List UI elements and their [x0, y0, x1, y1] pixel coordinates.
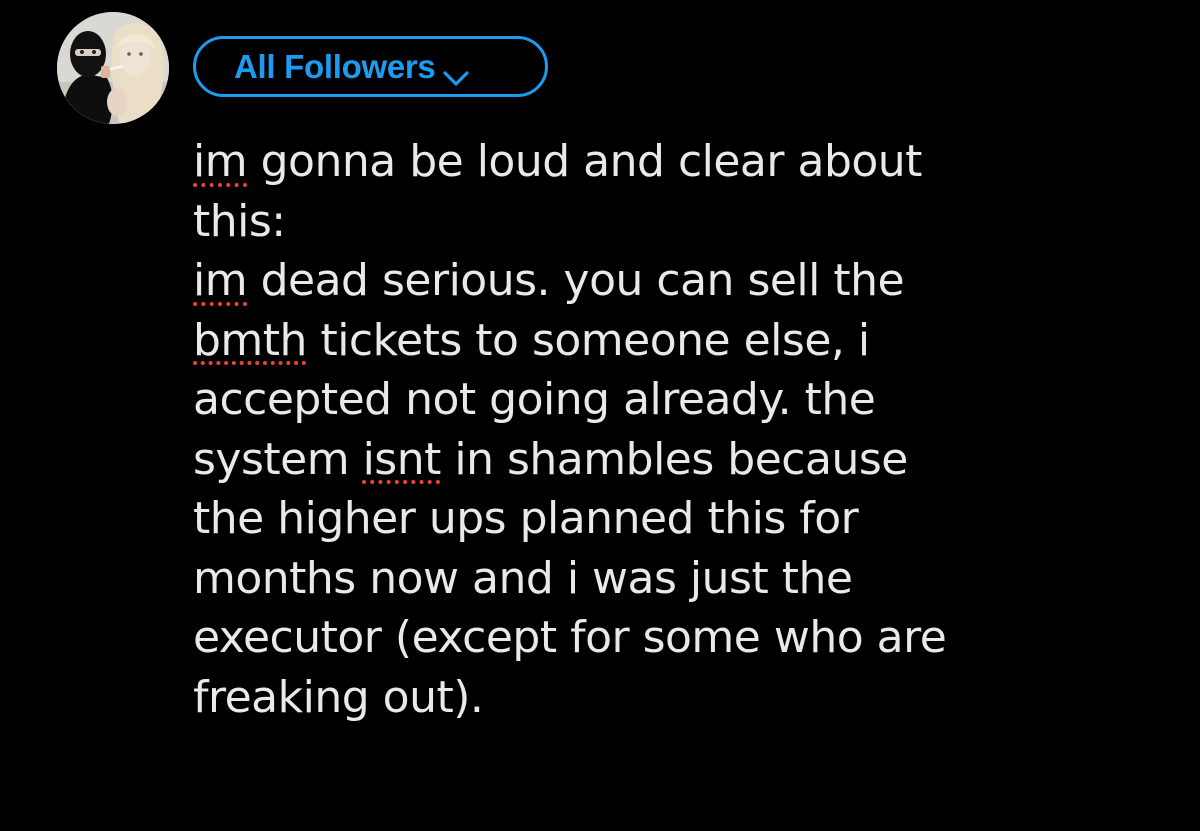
avatar[interactable]	[57, 12, 169, 124]
profile-photo	[57, 12, 169, 124]
chevron-down-icon	[443, 58, 470, 86]
compose-text-line: executor (except for some who are	[193, 612, 947, 663]
compose-text-line: freaking out).	[193, 671, 484, 723]
misspelled-word[interactable]: im	[193, 136, 248, 187]
compose-text-line: the higher ups planned this for	[193, 493, 859, 544]
compose-text-line: months now and i was just the	[193, 552, 853, 604]
misspelled-word[interactable]: bmth	[193, 315, 307, 366]
misspelled-word[interactable]: isnt	[363, 434, 442, 485]
compose-text-line: im gonna be loud and clear about	[193, 136, 922, 187]
compose-text-line: accepted not going already. the	[193, 374, 876, 425]
compose-text-line: im dead serious. you can sell the	[193, 255, 905, 306]
misspelled-word[interactable]: im	[193, 255, 248, 306]
tweet-compose-textarea[interactable]: im gonna be loud and clear about this: im …	[193, 132, 1153, 727]
audience-selector-button[interactable]: All Followers	[193, 36, 548, 97]
compose-text-line: this:	[193, 195, 286, 247]
compose-text-line: bmth tickets to someone else, i	[193, 314, 870, 366]
audience-label: All Followers	[234, 47, 436, 85]
compose-text-line: system isnt in shambles because	[193, 433, 908, 485]
